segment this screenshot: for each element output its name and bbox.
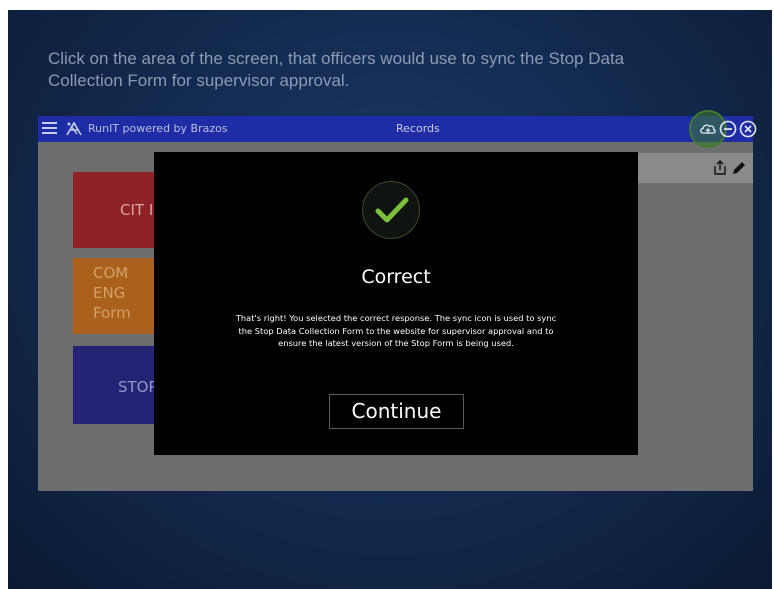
modal-body-line-1: That's right! You selected the correct r… — [235, 313, 557, 323]
instruction-line-2: Collection Form for supervisor approval. — [48, 71, 350, 90]
instruction-text: Click on the area of the screen, that of… — [48, 48, 708, 92]
modal-body: That's right! You selected the correct r… — [190, 312, 602, 350]
cit-tile-label: CIT I — [120, 201, 154, 219]
feedback-modal: Correct That's right! You selected the c… — [154, 152, 638, 455]
minus-circle-icon[interactable] — [718, 119, 738, 139]
com-tile-label-line-3: Form — [93, 304, 131, 322]
app-brand: RunIT powered by Brazos — [88, 122, 228, 135]
cit-tile[interactable]: CIT I — [73, 172, 163, 248]
com-eng-form-tile[interactable]: COM ENG Form — [73, 258, 163, 334]
app-title: Records — [396, 122, 440, 135]
checkmark-badge — [362, 181, 420, 239]
slide: Click on the area of the screen, that of… — [8, 10, 772, 589]
continue-button[interactable]: Continue — [329, 394, 464, 429]
export-icon[interactable] — [711, 159, 729, 177]
app-titlebar: RunIT powered by Brazos Records — [38, 110, 757, 148]
stop-tile-label: STOP — [118, 378, 158, 396]
pencil-icon[interactable] — [730, 159, 748, 177]
modal-body-line-2: the Stop Data Collection Form to the web… — [238, 325, 554, 336]
modal-body-line-3: ensure the latest version of the Stop Fo… — [278, 338, 514, 348]
stop-tile[interactable]: STOP — [73, 346, 163, 424]
hamburger-menu-icon[interactable] — [42, 121, 57, 135]
checkmark-icon — [375, 197, 409, 223]
cloud-sync-icon — [700, 124, 716, 134]
brazos-logo-icon — [66, 121, 82, 136]
modal-title: Correct — [361, 266, 431, 288]
com-tile-label-line-2: ENG — [93, 284, 126, 302]
records-toolbar — [638, 153, 753, 183]
com-tile-label-line-1: COM — [93, 264, 129, 282]
instruction-line-1: Click on the area of the screen, that of… — [48, 49, 625, 68]
sync-button[interactable] — [689, 110, 727, 148]
close-circle-icon[interactable] — [738, 119, 758, 139]
